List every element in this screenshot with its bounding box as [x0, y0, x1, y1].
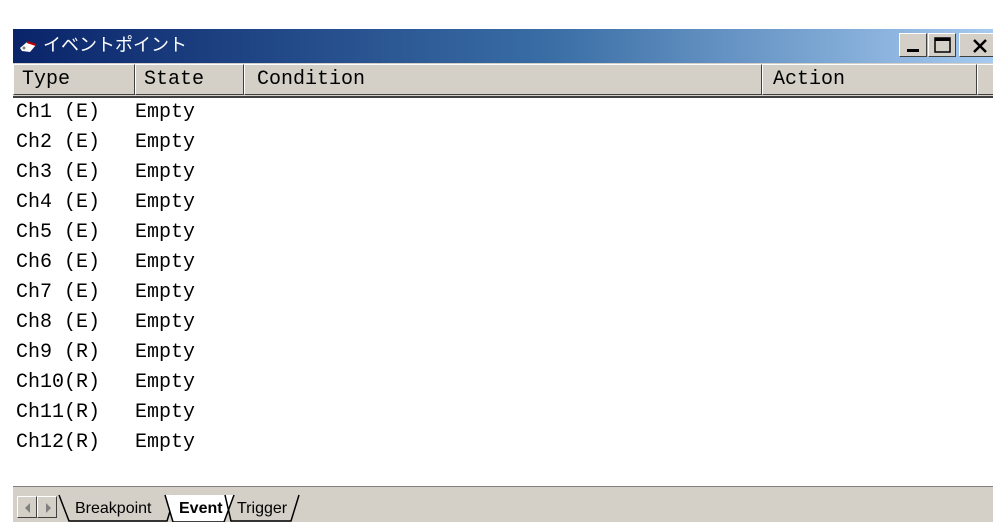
table-row[interactable]: Ch2 (E) Empty: [13, 128, 763, 158]
row-state: Empty: [135, 281, 196, 304]
row-type: Ch5 (E): [16, 221, 101, 244]
window-title: イベントポイント: [43, 35, 187, 56]
row-state: Empty: [135, 221, 196, 244]
row-state: Empty: [135, 251, 196, 274]
tab-bar: Breakpoint Event Trigger: [13, 486, 993, 522]
row-type: Ch4 (E): [16, 191, 101, 214]
tab-breakpoint[interactable]: Breakpoint: [75, 499, 152, 519]
row-state: Empty: [135, 341, 196, 364]
row-state: Empty: [135, 311, 196, 334]
event-list[interactable]: Ch1 (E) Empty Ch2 (E) Empty Ch3 (E) Empty C…: [13, 96, 993, 486]
maximize-button[interactable]: [928, 33, 956, 57]
event-point-window: イベントポイント Type State Condition Action Ch1…: [12, 28, 993, 522]
row-type: Ch1 (E): [16, 101, 101, 124]
tab-outlines: [58, 494, 300, 522]
table-row[interactable]: Ch1 (E) Empty: [13, 98, 763, 128]
row-type: Ch3 (E): [16, 161, 101, 184]
row-state: Empty: [135, 101, 196, 124]
tab-trigger[interactable]: Trigger: [237, 499, 287, 519]
close-button[interactable]: [959, 33, 993, 57]
column-header-action[interactable]: Action: [762, 64, 977, 95]
row-state: Empty: [135, 401, 196, 424]
row-type: Ch8 (E): [16, 311, 101, 334]
table-row[interactable]: Ch8 (E) Empty: [13, 308, 763, 338]
title-bar[interactable]: イベントポイント: [13, 29, 993, 63]
row-type: Ch6 (E): [16, 251, 101, 274]
maximize-icon: [934, 37, 951, 53]
table-row[interactable]: Ch3 (E) Empty: [13, 158, 763, 188]
column-header-type[interactable]: Type: [13, 64, 135, 95]
minimize-icon: [907, 49, 919, 52]
row-state: Empty: [135, 161, 196, 184]
row-type: Ch7 (E): [16, 281, 101, 304]
table-row[interactable]: Ch7 (E) Empty: [13, 278, 763, 308]
table-row[interactable]: Ch9 (R) Empty: [13, 338, 763, 368]
row-type: Ch9 (R): [16, 341, 101, 364]
column-header-state[interactable]: State: [135, 64, 244, 95]
column-header-condition[interactable]: Condition: [244, 64, 762, 95]
row-state: Empty: [135, 131, 196, 154]
table-row[interactable]: Ch5 (E) Empty: [13, 218, 763, 248]
tab-event[interactable]: Event: [179, 499, 223, 519]
column-header: Type State Condition Action: [13, 64, 993, 96]
table-row[interactable]: Ch12(R) Empty: [13, 428, 763, 458]
row-state: Empty: [135, 431, 196, 454]
row-type: Ch12(R): [16, 431, 101, 454]
row-state: Empty: [135, 371, 196, 394]
minimize-button[interactable]: [899, 33, 927, 57]
table-row[interactable]: Ch6 (E) Empty: [13, 248, 763, 278]
table-row[interactable]: Ch4 (E) Empty: [13, 188, 763, 218]
row-type: Ch10(R): [16, 371, 101, 394]
row-type: Ch2 (E): [16, 131, 101, 154]
column-header-filler: [977, 64, 993, 95]
close-icon: [973, 39, 987, 53]
row-type: Ch11(R): [16, 401, 101, 424]
table-row[interactable]: Ch11(R) Empty: [13, 398, 763, 428]
table-row[interactable]: Ch10(R) Empty: [13, 368, 763, 398]
event-app-icon: [19, 39, 37, 53]
row-state: Empty: [135, 191, 196, 214]
